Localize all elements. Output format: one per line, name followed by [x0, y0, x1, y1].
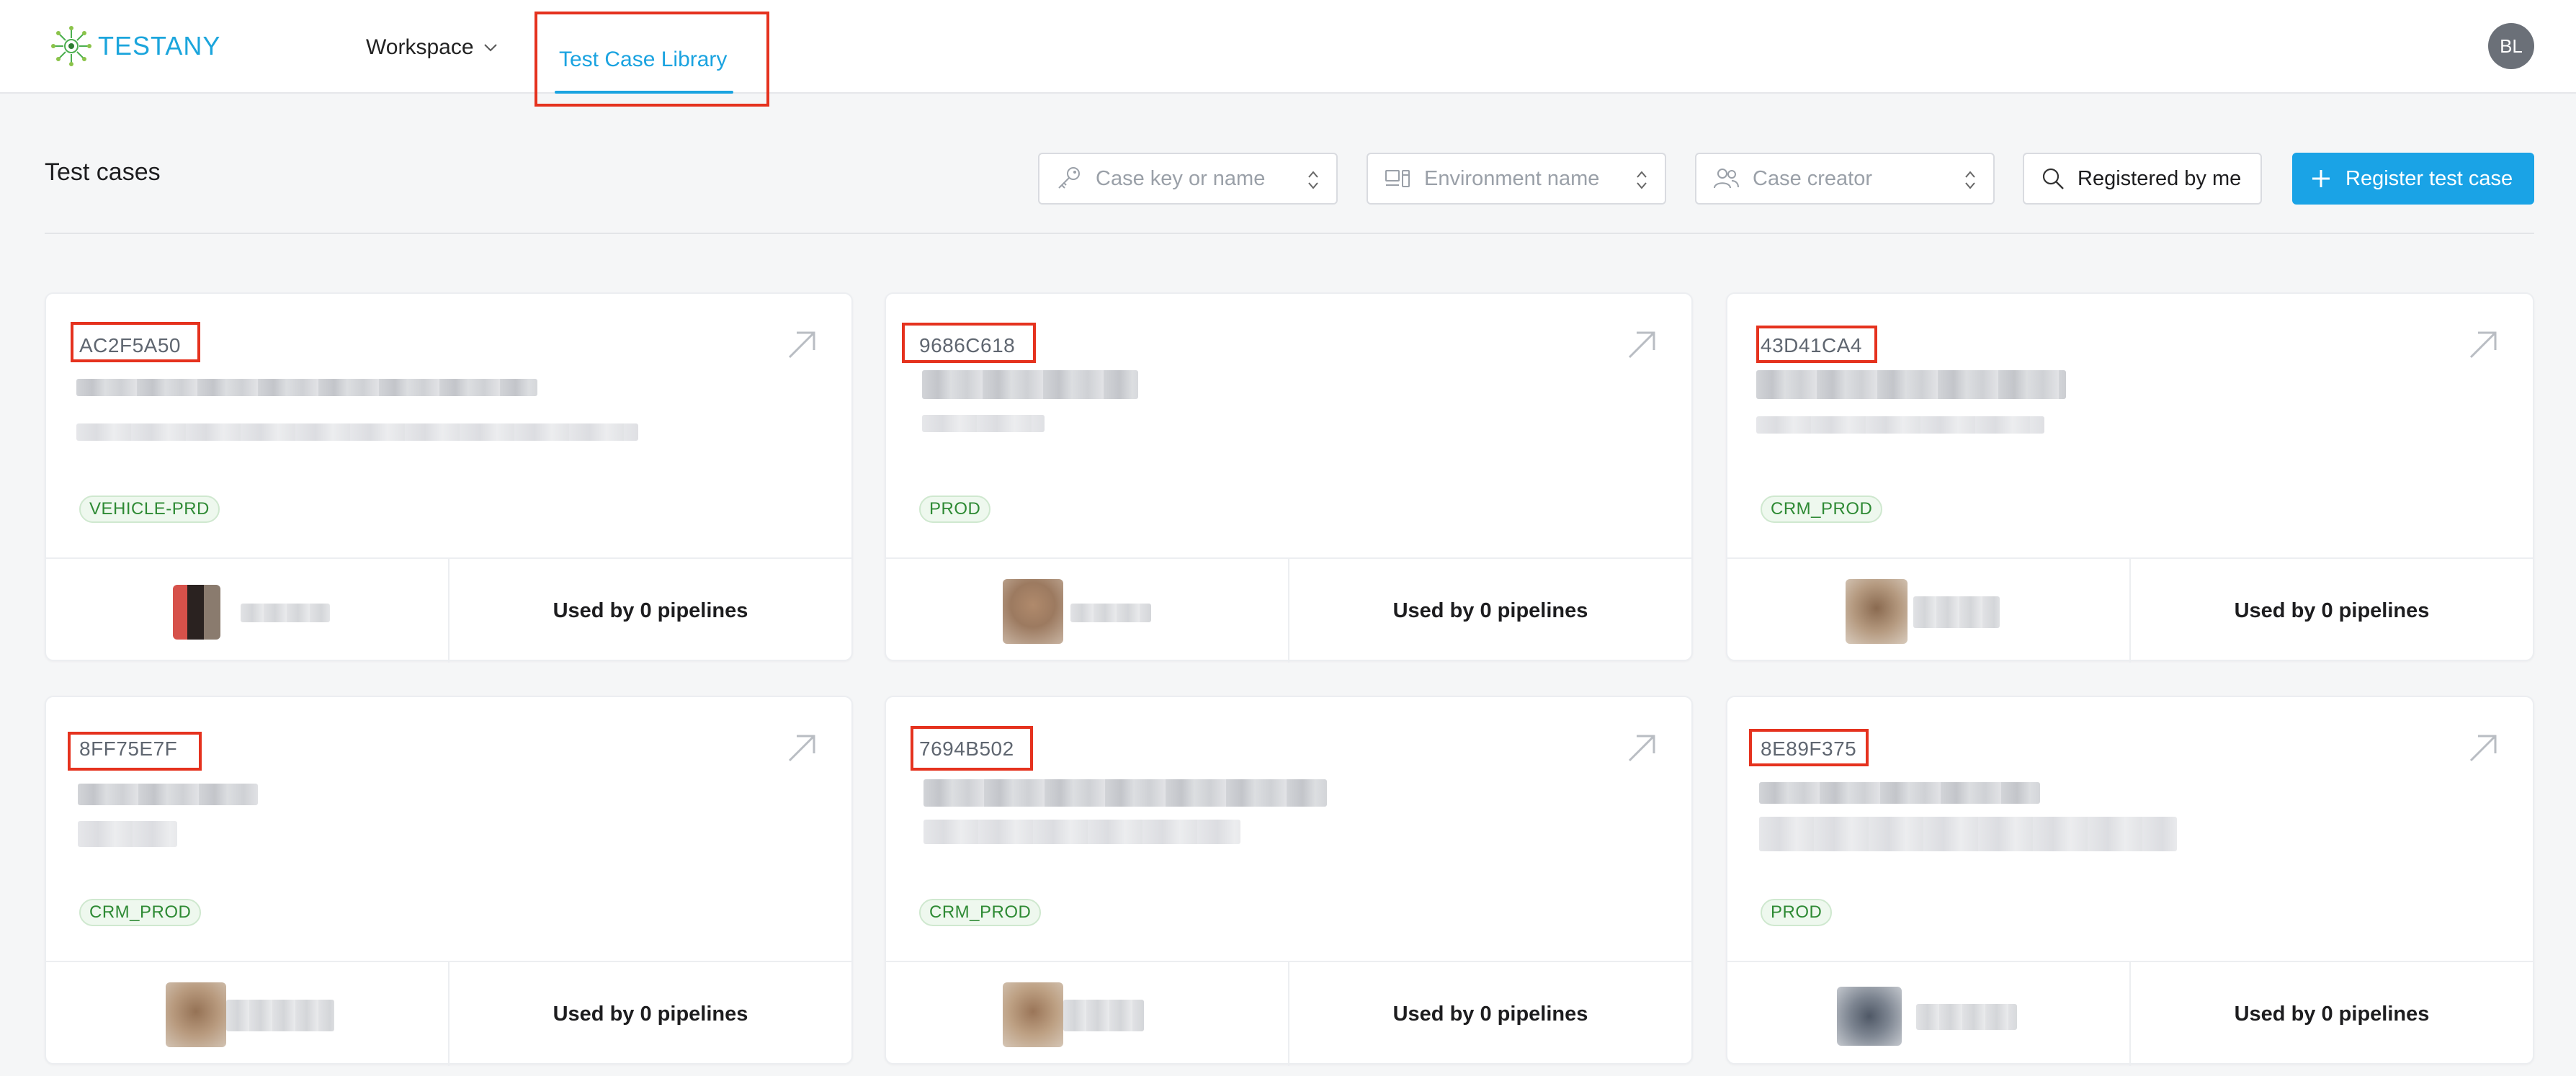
case-creator-filter-placeholder: Case creator: [1753, 166, 1873, 190]
pipelines-count: Used by 0 pipelines: [1392, 1002, 1588, 1026]
sort-arrows-icon: [1637, 171, 1647, 189]
nav-workspace-dropdown[interactable]: Workspace: [366, 32, 498, 63]
plus-icon: [2312, 170, 2330, 187]
owner-avatar: [1837, 987, 1902, 1046]
pipelines-count: Used by 0 pipelines: [553, 1002, 748, 1026]
highlight-box-case-key: [1749, 729, 1869, 766]
nav-workspace-label: Workspace: [366, 35, 474, 59]
pipelines-count: Used by 0 pipelines: [1392, 598, 1588, 622]
redacted-case-description: [76, 423, 638, 441]
case-creator-filter[interactable]: Case creator: [1695, 153, 1995, 205]
owner-avatar: [1003, 579, 1063, 644]
app-logo[interactable]: TESTANY: [50, 23, 220, 69]
register-test-case-button[interactable]: Register test case: [2292, 153, 2534, 205]
pipelines-count: Used by 0 pipelines: [2234, 1002, 2430, 1026]
testany-logo-icon: [51, 26, 91, 66]
highlight-box-case-key: [71, 322, 200, 362]
redacted-owner-name: [241, 604, 330, 622]
sort-arrows-icon: [1308, 171, 1318, 189]
open-external-arrow-icon[interactable]: [1627, 733, 1657, 763]
environment-filter[interactable]: Environment name: [1367, 153, 1666, 205]
card-footer: Used by 0 pipelines: [1727, 961, 2533, 1066]
owner-avatar: [173, 585, 220, 640]
environment-badge: CRM_PROD: [919, 899, 1042, 926]
owner-avatar: [166, 982, 226, 1047]
redacted-owner-name: [226, 1000, 334, 1031]
environment-badge: VEHICLE-PRD: [79, 496, 220, 523]
redacted-owner-name: [1063, 1000, 1144, 1031]
toolbar-divider: [45, 233, 2534, 234]
redacted-owner-name: [1070, 604, 1151, 622]
key-icon: [1058, 167, 1080, 189]
environment-filter-placeholder: Environment name: [1424, 166, 1600, 190]
environment-badge: CRM_PROD: [1761, 496, 1883, 523]
card-footer: Used by 0 pipelines: [886, 557, 1691, 663]
pipelines-count: Used by 0 pipelines: [553, 598, 748, 622]
highlight-box-case-key: [68, 732, 202, 771]
redacted-case-name: [76, 379, 537, 396]
redacted-case-description: [1759, 817, 2177, 851]
user-avatar[interactable]: BL: [2488, 23, 2534, 69]
top-navigation-bar: TESTANY Workspace Test Case Library BL: [0, 0, 2576, 107]
environment-icon: [1385, 170, 1410, 187]
redacted-case-description: [78, 821, 177, 847]
owner-avatar: [1003, 982, 1063, 1047]
redacted-case-name: [1756, 370, 2066, 399]
environment-badge: PROD: [919, 496, 991, 523]
card-footer: Used by 0 pipelines: [886, 961, 1691, 1066]
case-key-filter-placeholder: Case key or name: [1096, 166, 1266, 190]
owner-avatar: [1846, 579, 1908, 644]
open-external-arrow-icon[interactable]: [2468, 330, 2498, 360]
logo-text: TESTANY: [98, 31, 221, 60]
redacted-owner-name: [1913, 596, 2000, 628]
environment-badge: CRM_PROD: [79, 899, 202, 926]
card-footer: Used by 0 pipelines: [46, 961, 851, 1066]
registered-by-me-label: Registered by me: [2078, 166, 2242, 190]
redacted-case-description: [923, 820, 1240, 844]
redacted-case-description: [922, 415, 1045, 432]
registered-by-me-button[interactable]: Registered by me: [2023, 153, 2262, 205]
sort-arrows-icon: [1965, 171, 1975, 189]
users-icon: [1714, 169, 1739, 189]
open-external-arrow-icon[interactable]: [787, 330, 817, 360]
chevron-down-icon: [483, 44, 497, 52]
highlight-box-tab: [535, 12, 769, 107]
open-external-arrow-icon[interactable]: [787, 733, 817, 763]
environment-badge: PROD: [1761, 899, 1833, 926]
redacted-case-name: [78, 784, 258, 805]
redacted-case-name: [922, 370, 1138, 399]
card-footer: Used by 0 pipelines: [46, 557, 851, 663]
highlight-box-case-key: [1756, 326, 1877, 363]
redacted-case-name: [1759, 782, 2040, 804]
register-test-case-label: Register test case: [2345, 166, 2513, 190]
open-external-arrow-icon[interactable]: [2468, 733, 2498, 763]
highlight-box-case-key: [902, 323, 1036, 363]
pipelines-count: Used by 0 pipelines: [2234, 598, 2430, 622]
case-key-filter[interactable]: Case key or name: [1038, 153, 1338, 205]
search-icon: [2042, 168, 2064, 189]
redacted-owner-name: [1916, 1004, 2017, 1030]
open-external-arrow-icon[interactable]: [1627, 330, 1657, 360]
redacted-case-description: [1756, 416, 2044, 434]
redacted-case-name: [923, 779, 1327, 807]
highlight-box-case-key: [911, 726, 1033, 771]
card-footer: Used by 0 pipelines: [1727, 557, 2533, 663]
page-title: Test cases: [45, 158, 161, 186]
